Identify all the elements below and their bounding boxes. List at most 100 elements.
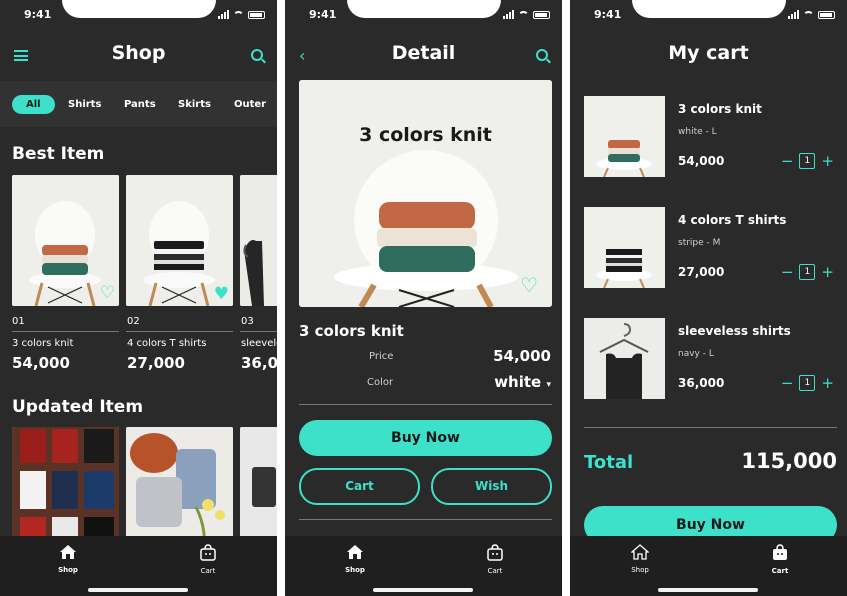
tab-cart[interactable]: Cart [465,544,525,575]
detail-navbar: ‹ Detail [285,36,562,74]
buy-now-button[interactable]: Buy Now [299,420,552,456]
product-card-tshirts[interactable]: ♥ [126,175,233,306]
image-caption: 3 colors knit [359,124,492,146]
item-index: 02 [127,316,140,327]
tab-cart[interactable]: Cart [178,544,238,575]
item-name: 3 colors knit [12,338,74,349]
product-card-sleeveless[interactable] [240,175,277,306]
item-index: 01 [12,316,25,327]
price-value: 54,000 [493,347,551,365]
plus-icon[interactable]: + [821,374,834,392]
quantity-stepper: − 1 + [781,374,834,392]
status-bar: 9:41 [285,0,562,30]
home-outline-icon [630,544,650,560]
search-icon[interactable] [536,49,548,61]
battery-icon [533,11,550,19]
item-price: 27,000 [678,265,725,279]
battery-icon [248,11,265,19]
total-value: 115,000 [741,449,837,473]
tab-cart[interactable]: Cart [750,544,810,575]
quantity-stepper: − 1 + [781,152,834,170]
best-item-heading: Best Item [12,144,105,164]
category-bar: All Shirts Pants Skirts Outer [0,81,277,127]
status-time: 9:41 [309,8,337,21]
battery-icon [818,11,835,19]
tab-label: Shop [58,566,78,574]
updated-card-shirts[interactable] [12,427,119,547]
item-price: 54,000 [12,354,70,372]
updated-card-outfit[interactable] [126,427,233,547]
tab-label: Cart [771,567,789,575]
quantity-value: 1 [799,264,816,280]
home-indicator [373,588,473,592]
divider [240,331,277,332]
wifi-icon [518,11,529,19]
item-name: sleeveless shirts [678,324,791,338]
tab-bar: Shop Cart [570,536,847,596]
tab-label: Cart [200,567,216,575]
item-option: navy - L [678,349,714,359]
item-name: 4 colors T shirts [678,213,787,227]
divider [126,331,233,332]
tab-shop[interactable]: Shop [38,544,98,574]
detail-screen: 9:41 ‹ Detail 3 colors knit ♡ 3 colors k… [285,0,562,596]
wish-button[interactable]: Wish [431,468,552,505]
minus-icon[interactable]: − [781,374,794,392]
color-value: white [494,373,542,391]
status-time: 9:41 [24,8,52,21]
search-icon[interactable] [251,49,263,61]
category-all[interactable]: All [12,95,55,114]
heart-outline-icon[interactable]: ♡ [100,285,115,302]
product-name: 3 colors knit [299,322,404,340]
divider [299,519,552,520]
plus-icon[interactable]: + [821,152,834,170]
tab-label: Cart [487,567,503,575]
color-select[interactable]: white ▾ [494,373,551,391]
notch [632,0,786,18]
quantity-value: 1 [799,153,816,169]
item-price: 27,000 [127,354,185,372]
tab-label: Shop [345,566,365,574]
tab-shop[interactable]: Shop [610,544,670,574]
product-card-knit[interactable]: ♡ [12,175,119,306]
item-index: 03 [241,316,254,327]
item-name: sleeveless shirts [241,338,277,349]
signal-icon [503,10,514,19]
wifi-icon [803,11,814,19]
home-indicator [88,588,188,592]
bag-icon [200,544,216,561]
cart-screen: 9:41 My cart 3 colors knit white - L 54,… [570,0,847,596]
item-thumbnail[interactable] [584,318,665,399]
home-icon [347,545,363,559]
category-shirts[interactable]: Shirts [68,99,101,110]
minus-icon[interactable]: − [781,263,794,281]
minus-icon[interactable]: − [781,152,794,170]
category-outer[interactable]: Outer [234,99,266,110]
tab-shop[interactable]: Shop [325,544,385,574]
tab-bar: Shop Cart [285,536,562,596]
page-title: Shop [111,42,166,64]
heart-filled-icon[interactable]: ♥ [214,286,229,303]
item-option: stripe - M [678,238,721,248]
chevron-down-icon: ▾ [546,380,551,390]
cart-item: sleeveless shirts navy - L 36,000 − 1 + [584,318,834,401]
item-name: 4 colors T shirts [127,338,207,349]
wifi-icon [233,11,244,19]
divider [12,331,119,332]
divider [584,427,837,428]
divider [299,404,552,405]
heart-outline-icon[interactable]: ♡ [520,275,538,295]
status-time: 9:41 [594,8,622,21]
cart-button[interactable]: Cart [299,468,420,505]
category-pants[interactable]: Pants [124,99,156,110]
plus-icon[interactable]: + [821,263,834,281]
page-title: My cart [668,42,749,64]
item-thumbnail[interactable] [584,96,665,177]
signal-icon [218,10,229,19]
color-label: Color [367,377,394,388]
total-label: Total [584,452,634,473]
item-thumbnail[interactable] [584,207,665,288]
updated-card-accessory[interactable] [240,427,277,547]
category-skirts[interactable]: Skirts [178,99,211,110]
shirts-grid-photo [12,427,119,547]
